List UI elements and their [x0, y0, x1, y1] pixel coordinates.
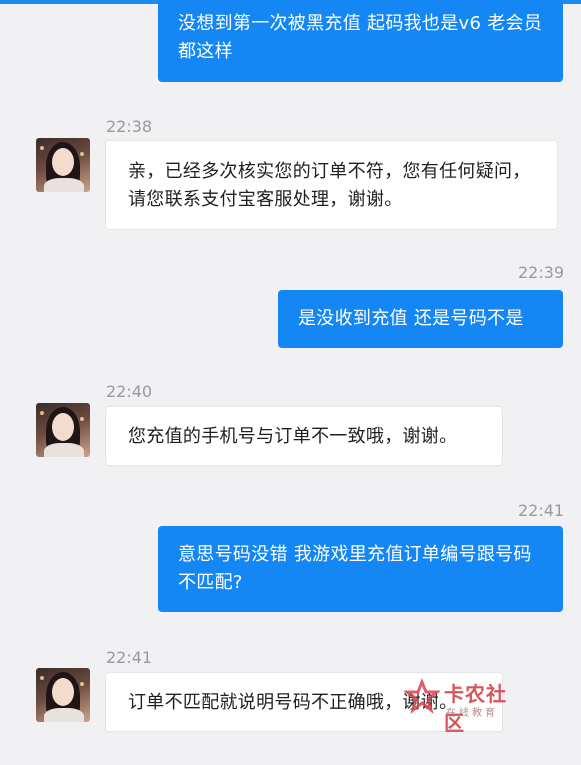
avatar[interactable] [36, 138, 90, 192]
watermark-subtitle: 在线教育 [446, 708, 498, 719]
message-text: 意思号码没错 我游戏里充值订单编号跟号码不匹配? [178, 544, 532, 593]
message-text: 您充值的手机号与订单不一致哦，谢谢。 [128, 426, 458, 447]
outgoing-message-bubble[interactable]: 没想到第一次被黑充值 起码我也是v6 老会员都这样 [158, 0, 563, 82]
incoming-message-bubble[interactable]: 您充值的手机号与订单不一致哦，谢谢。 [105, 406, 503, 466]
watermark-logo-icon [404, 678, 440, 714]
timestamp: 22:40 [106, 382, 153, 401]
incoming-message-bubble[interactable]: 亲，已经多次核实您的订单不符，您有任何疑问，请您联系支付宝客服处理，谢谢。 [105, 140, 558, 230]
message-text: 没想到第一次被黑充值 起码我也是v6 老会员都这样 [178, 13, 543, 62]
timestamp: 22:38 [106, 117, 153, 136]
message-text: 亲，已经多次核实您的订单不符，您有任何疑问，请您联系支付宝客服处理，谢谢。 [128, 161, 531, 210]
avatar[interactable] [36, 403, 90, 457]
outgoing-message-bubble[interactable]: 是没收到充值 还是号码不是 [278, 290, 563, 348]
watermark: 卡农社区 在线教育 [404, 676, 524, 735]
message-text: 是没收到充值 还是号码不是 [298, 308, 524, 329]
outgoing-message-bubble[interactable]: 意思号码没错 我游戏里充值订单编号跟号码不匹配? [158, 526, 563, 612]
timestamp: 22:41 [518, 501, 565, 520]
timestamp: 22:41 [106, 648, 153, 667]
avatar[interactable] [36, 668, 90, 722]
timestamp: 22:39 [518, 263, 565, 282]
